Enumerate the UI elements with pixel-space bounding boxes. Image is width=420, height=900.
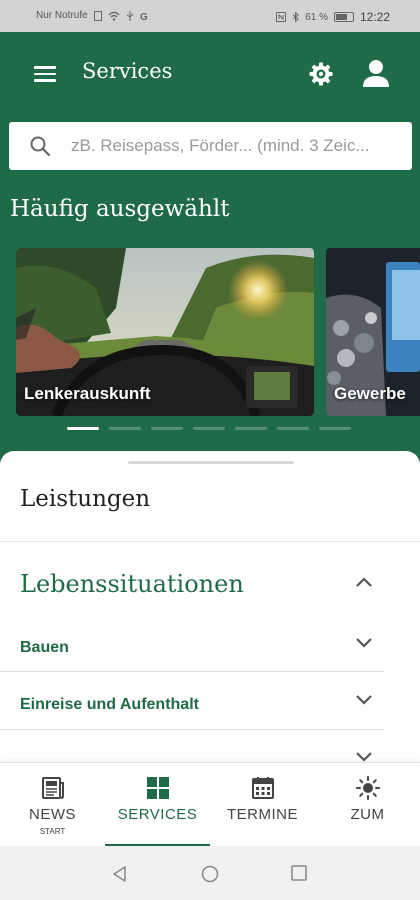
google-icon: G — [140, 12, 148, 21]
pager-dot[interactable] — [277, 427, 309, 430]
accordion-item-einreise[interactable]: Einreise und Aufenthalt — [20, 696, 199, 714]
system-navigation-bar — [0, 846, 420, 900]
calendar-icon — [251, 777, 274, 799]
home-icon[interactable] — [201, 865, 219, 883]
nav-item-zum[interactable]: ZUM — [315, 763, 420, 847]
back-icon[interactable] — [111, 865, 129, 883]
carrier-text: Nur Notrufe — [36, 10, 88, 21]
carousel-pager — [67, 427, 351, 430]
carousel-card-gewerbe[interactable]: Gewerbe — [326, 248, 420, 416]
svg-text:G: G — [140, 12, 148, 21]
battery-text: 61 % — [305, 11, 328, 23]
bluetooth-icon — [292, 12, 299, 22]
leistungen-heading[interactable]: Leistungen — [20, 486, 150, 512]
sim-icon — [93, 10, 102, 21]
divider — [0, 671, 384, 672]
sun-icon — [355, 776, 380, 800]
grid-icon — [146, 777, 169, 799]
search-bar[interactable] — [9, 122, 412, 170]
nav-label: TERMINE — [227, 806, 298, 823]
nfc-icon — [276, 12, 287, 22]
pager-dot[interactable] — [109, 427, 141, 430]
clock: 12:22 — [359, 10, 390, 24]
sheet-handle[interactable] — [128, 461, 294, 464]
chevron-up-icon[interactable] — [355, 576, 373, 588]
nav-item-termine[interactable]: TERMINE — [210, 763, 315, 847]
usb-icon — [126, 10, 134, 21]
nav-item-news[interactable]: NEWS START — [0, 763, 105, 847]
chevron-down-icon[interactable] — [355, 694, 373, 706]
account-icon[interactable] — [362, 58, 390, 88]
nav-label: ZUM — [350, 806, 385, 823]
divider — [0, 541, 420, 542]
pager-dot[interactable] — [193, 427, 225, 430]
accordion-item-bauen[interactable]: Bauen — [20, 639, 69, 657]
pager-dot[interactable] — [319, 427, 351, 430]
menu-icon[interactable] — [34, 66, 56, 82]
card-label: Lenkerauskunft — [24, 384, 151, 403]
chevron-down-icon[interactable] — [355, 637, 373, 649]
divider — [0, 729, 384, 730]
carousel-card-lenkerauskunft[interactable]: Lenkerauskunft — [16, 248, 314, 416]
pager-dot[interactable] — [67, 427, 99, 430]
card-label: Gewerbe — [334, 384, 406, 403]
recent-apps-icon[interactable] — [291, 865, 307, 881]
page-title: Services — [82, 59, 173, 83]
wifi-icon — [108, 11, 120, 21]
lebenssituationen-heading[interactable]: Lebenssituationen — [20, 570, 244, 598]
settings-gear-icon[interactable] — [308, 61, 334, 87]
newspaper-icon — [41, 777, 64, 799]
nav-item-services[interactable]: SERVICES — [105, 763, 210, 847]
status-bar: Nur Notrufe G 61 % 12:22 — [0, 0, 420, 32]
pager-dot[interactable] — [151, 427, 183, 430]
nav-label: SERVICES — [117, 806, 198, 823]
pager-dot[interactable] — [235, 427, 267, 430]
frequent-section-title: Häufig ausgewählt — [10, 196, 230, 222]
bottom-navigation: NEWS START SERVICES TERMINE ZUM — [0, 762, 420, 847]
nav-sublabel: START — [39, 827, 66, 836]
nav-label: NEWS — [29, 806, 76, 823]
battery-icon — [333, 12, 354, 22]
app-bar: Services — [0, 32, 420, 112]
search-input[interactable] — [71, 122, 403, 170]
search-icon — [30, 136, 51, 157]
